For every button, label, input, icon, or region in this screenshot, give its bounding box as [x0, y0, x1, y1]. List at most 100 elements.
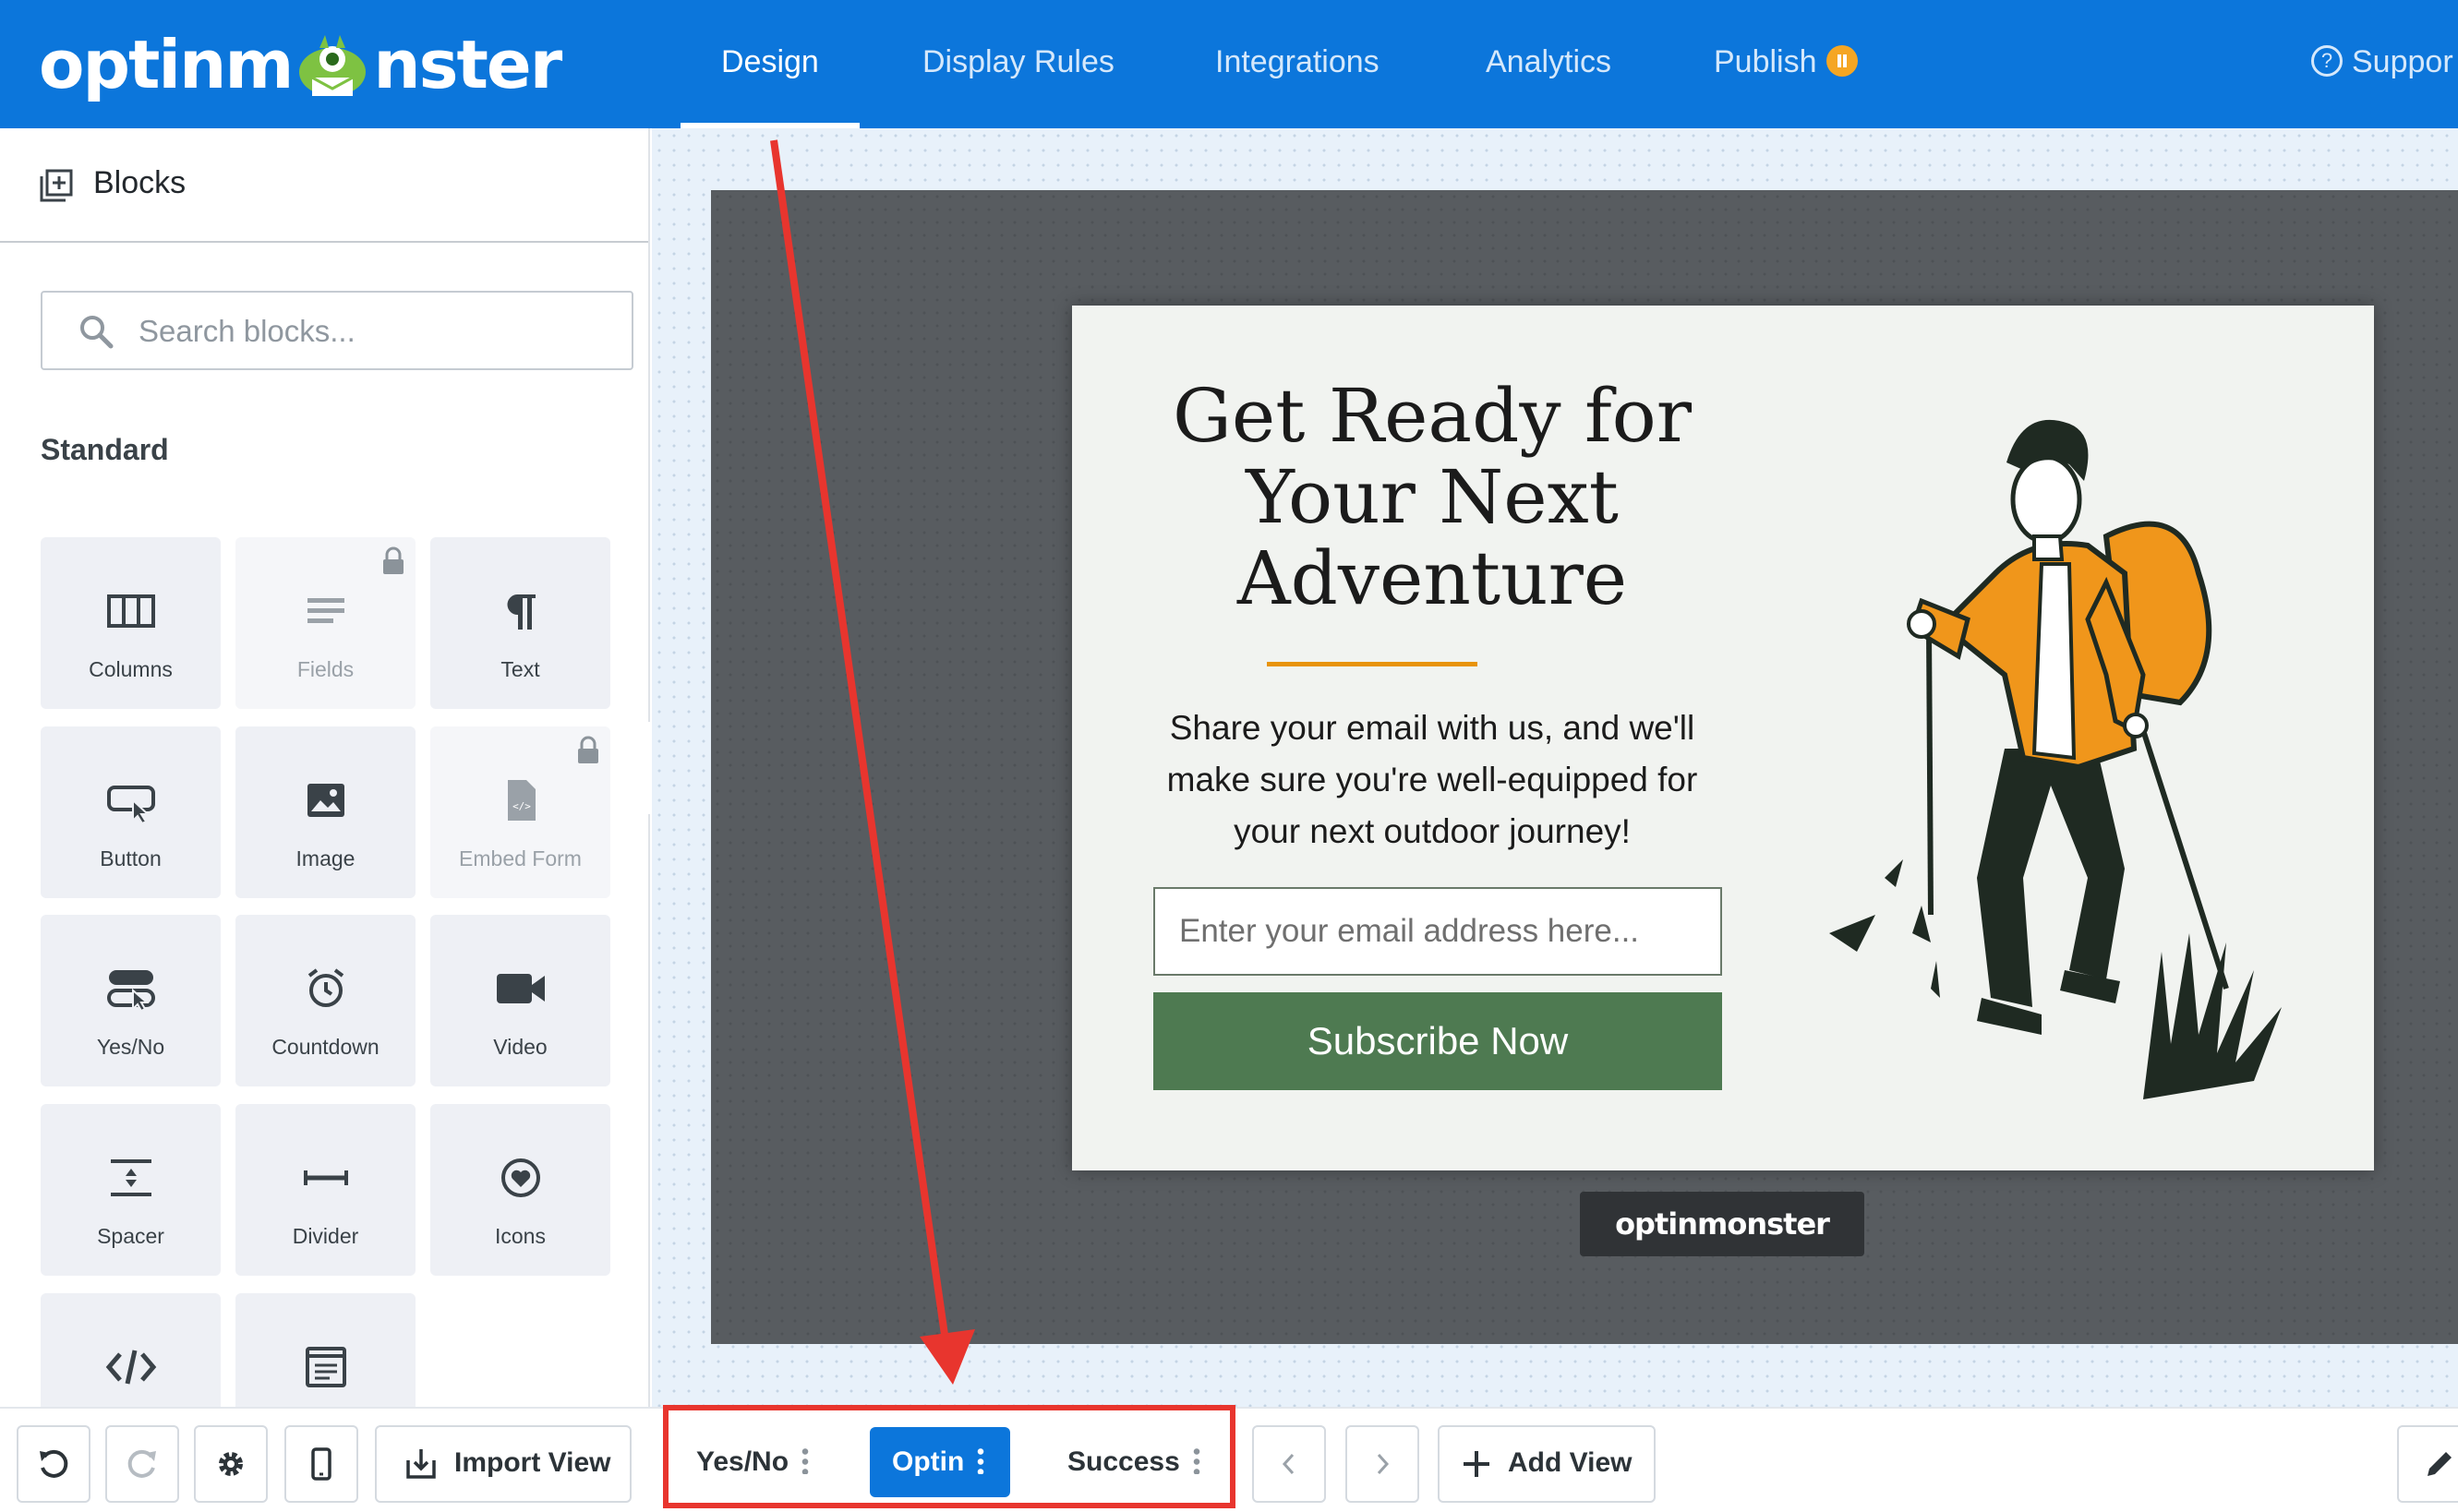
tab-display-rules[interactable]: Display Rules [922, 0, 1115, 128]
previous-view-button[interactable] [1252, 1425, 1326, 1503]
support-link[interactable]: ? Suppor [2311, 0, 2453, 128]
spacer-icon [110, 1159, 151, 1196]
svg-text:</>: </> [512, 800, 531, 812]
block-label: Video [493, 1035, 548, 1059]
block-yes-no[interactable]: Yes/No [41, 915, 221, 1086]
code-icon [105, 1350, 156, 1385]
form-icon [305, 1347, 346, 1387]
redo-button[interactable] [105, 1425, 179, 1503]
tab-design[interactable]: Design [681, 0, 860, 128]
block-video[interactable]: Video [430, 915, 610, 1086]
yes-no-icon [106, 970, 155, 1013]
undo-button[interactable] [17, 1425, 90, 1503]
block-form[interactable] [235, 1293, 416, 1422]
help-circle-icon: ? [2311, 45, 2343, 78]
monster-mascot-icon [299, 35, 367, 96]
block-icons[interactable]: Icons [430, 1104, 610, 1276]
tab-publish-label: Publish [1714, 44, 1817, 79]
chevron-right-icon [1377, 1453, 1390, 1475]
settings-button[interactable] [194, 1425, 268, 1503]
button-icon [106, 786, 155, 825]
block-text[interactable]: Text [430, 537, 610, 709]
popup-headline[interactable]: Get Ready for Your Next Adventure [1155, 376, 1709, 619]
block-label: Yes/No [96, 1035, 165, 1059]
block-label: Image [295, 846, 355, 870]
view-tab-label: Success [1067, 1446, 1180, 1477]
optin-popup[interactable]: Get Ready for Your Next Adventure Share … [1072, 306, 2374, 1170]
headline-line: Your Next [1246, 454, 1619, 540]
view-tab-success[interactable]: Success [1067, 1427, 1200, 1497]
email-field[interactable] [1153, 887, 1722, 976]
block-embed-form[interactable]: </> Embed Form [430, 726, 610, 898]
view-tabs-highlighted: Yes/No Optin Success [663, 1405, 1235, 1508]
block-label: Button [100, 846, 162, 870]
lock-icon [383, 546, 404, 574]
optinmonster-logo[interactable]: optinm nster [39, 26, 562, 103]
image-icon [307, 784, 344, 817]
block-label: Fields [296, 657, 355, 681]
mobile-phone-icon [311, 1447, 331, 1481]
block-divider[interactable]: Divider [235, 1104, 416, 1276]
block-label: Divider [292, 1224, 359, 1248]
tab-integrations[interactable]: Integrations [1215, 0, 1380, 128]
block-label: Icons [495, 1224, 546, 1248]
block-label: Text [500, 657, 540, 681]
view-tab-yes-no[interactable]: Yes/No [696, 1427, 810, 1497]
subscribe-button[interactable]: Subscribe Now [1153, 992, 1722, 1090]
hiker-illustration [1829, 419, 2282, 1099]
optinmonster-powered-badge: optinmonster [1580, 1192, 1864, 1256]
mobile-preview-button[interactable] [284, 1425, 358, 1503]
import-icon [406, 1449, 436, 1479]
gear-icon [219, 1452, 243, 1476]
import-view-button[interactable]: Import View [375, 1425, 632, 1503]
next-view-button[interactable] [1345, 1425, 1419, 1503]
section-standard-label: Standard [41, 433, 169, 466]
top-navigation-bar: optinm nster Design Display Rules Integr… [0, 0, 2458, 128]
more-options-icon[interactable] [977, 1446, 985, 1475]
search-blocks-input[interactable] [139, 306, 619, 357]
chevron-left-icon [1282, 1453, 1295, 1475]
undo-icon [40, 1449, 68, 1478]
tab-publish[interactable]: Publish [1714, 0, 1858, 128]
blocks-title: Blocks [93, 165, 187, 200]
add-view-button[interactable]: Add View [1438, 1425, 1656, 1503]
search-blocks-field[interactable] [41, 291, 633, 370]
paragraph-icon [506, 594, 536, 630]
view-tab-label: Yes/No [696, 1446, 789, 1477]
block-image[interactable]: Image [235, 726, 416, 898]
block-countdown[interactable]: Countdown [235, 915, 416, 1086]
plus-icon [1464, 1451, 1489, 1477]
headline-divider [1267, 662, 1477, 666]
popup-subtext[interactable]: Share your email with us, and we'll make… [1137, 702, 1728, 858]
headline-line: Get Ready for [1173, 373, 1692, 459]
block-html[interactable] [41, 1293, 221, 1422]
block-label: Countdown [271, 1035, 380, 1059]
view-tab-optin[interactable]: Optin [870, 1427, 1010, 1497]
edit-button[interactable] [2397, 1425, 2458, 1503]
block-label: Columns [89, 657, 173, 681]
add-block-icon [40, 169, 73, 202]
embed-form-icon: </> [507, 780, 536, 821]
block-button[interactable]: Button [41, 726, 221, 898]
video-camera-icon [496, 974, 545, 1003]
pencil-icon [2428, 1452, 2452, 1476]
paused-status-icon [1825, 45, 1858, 78]
block-fields[interactable]: Fields [235, 537, 416, 709]
columns-icon [106, 594, 155, 628]
blocks-header: Blocks [0, 128, 648, 243]
headline-line: Adventure [1236, 535, 1628, 621]
search-icon [80, 316, 114, 349]
import-view-label: Import View [454, 1447, 611, 1478]
lock-icon [578, 736, 598, 763]
fields-icon [307, 598, 344, 623]
redo-icon [127, 1449, 156, 1478]
support-label: Suppor [2352, 44, 2453, 79]
tab-analytics[interactable]: Analytics [1486, 0, 1611, 128]
block-spacer[interactable]: Spacer [41, 1104, 221, 1276]
block-columns[interactable]: Columns [41, 537, 221, 709]
add-view-label: Add View [1508, 1447, 1633, 1478]
logo-text-right: nster [373, 26, 562, 103]
block-label: Embed Form [459, 846, 582, 870]
more-options-icon[interactable] [1192, 1446, 1200, 1475]
more-options-icon[interactable] [801, 1446, 810, 1475]
